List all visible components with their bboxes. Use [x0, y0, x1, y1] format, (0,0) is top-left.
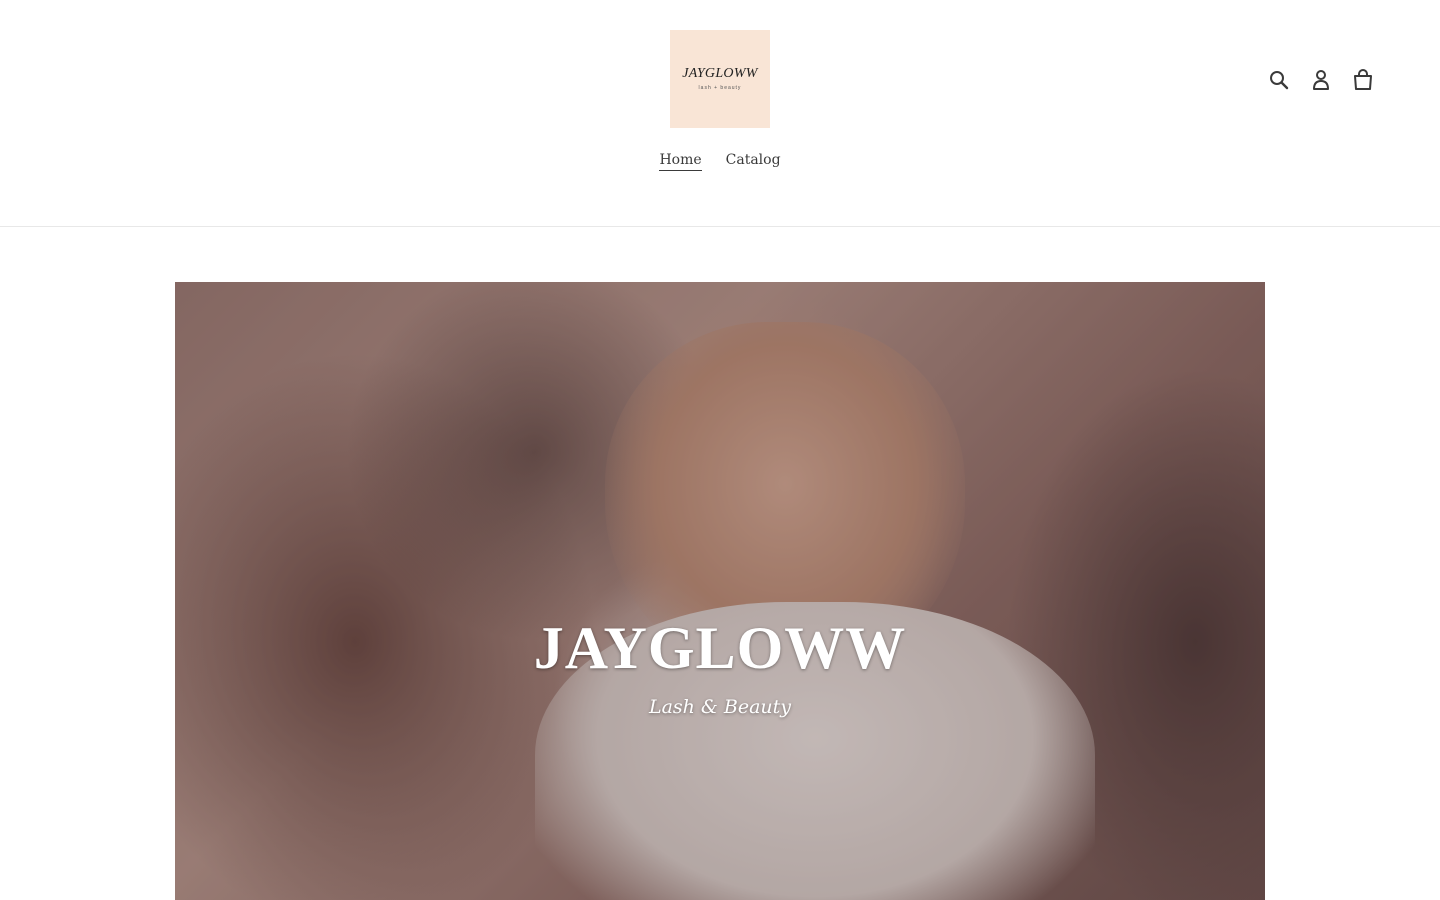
nav-item-home[interactable]: Home	[659, 152, 702, 171]
store-logo[interactable]: JAYGLOWW lash + beauty	[670, 30, 770, 128]
hero-subtitle: Lash & Beauty	[648, 696, 792, 718]
logo-title: JAYGLOWW	[682, 66, 758, 81]
hero-overlay	[175, 282, 1265, 900]
hero-title: JAYGLOWW	[533, 615, 907, 681]
account-icon[interactable]	[1310, 66, 1332, 94]
cart-icon[interactable]	[1352, 66, 1374, 94]
hero-text: JAYGLOWW Lash & Beauty	[175, 612, 1265, 718]
nav-item-catalog[interactable]: Catalog	[726, 152, 781, 171]
header-icons	[1268, 66, 1374, 94]
main-navigation: Home Catalog	[0, 152, 1440, 171]
search-icon[interactable]	[1268, 66, 1290, 94]
hero-banner: JAYGLOWW Lash & Beauty	[175, 282, 1265, 900]
site-header: JAYGLOWW lash + beauty Home Catalog	[0, 0, 1440, 227]
logo-subtitle: lash + beauty	[698, 85, 742, 91]
